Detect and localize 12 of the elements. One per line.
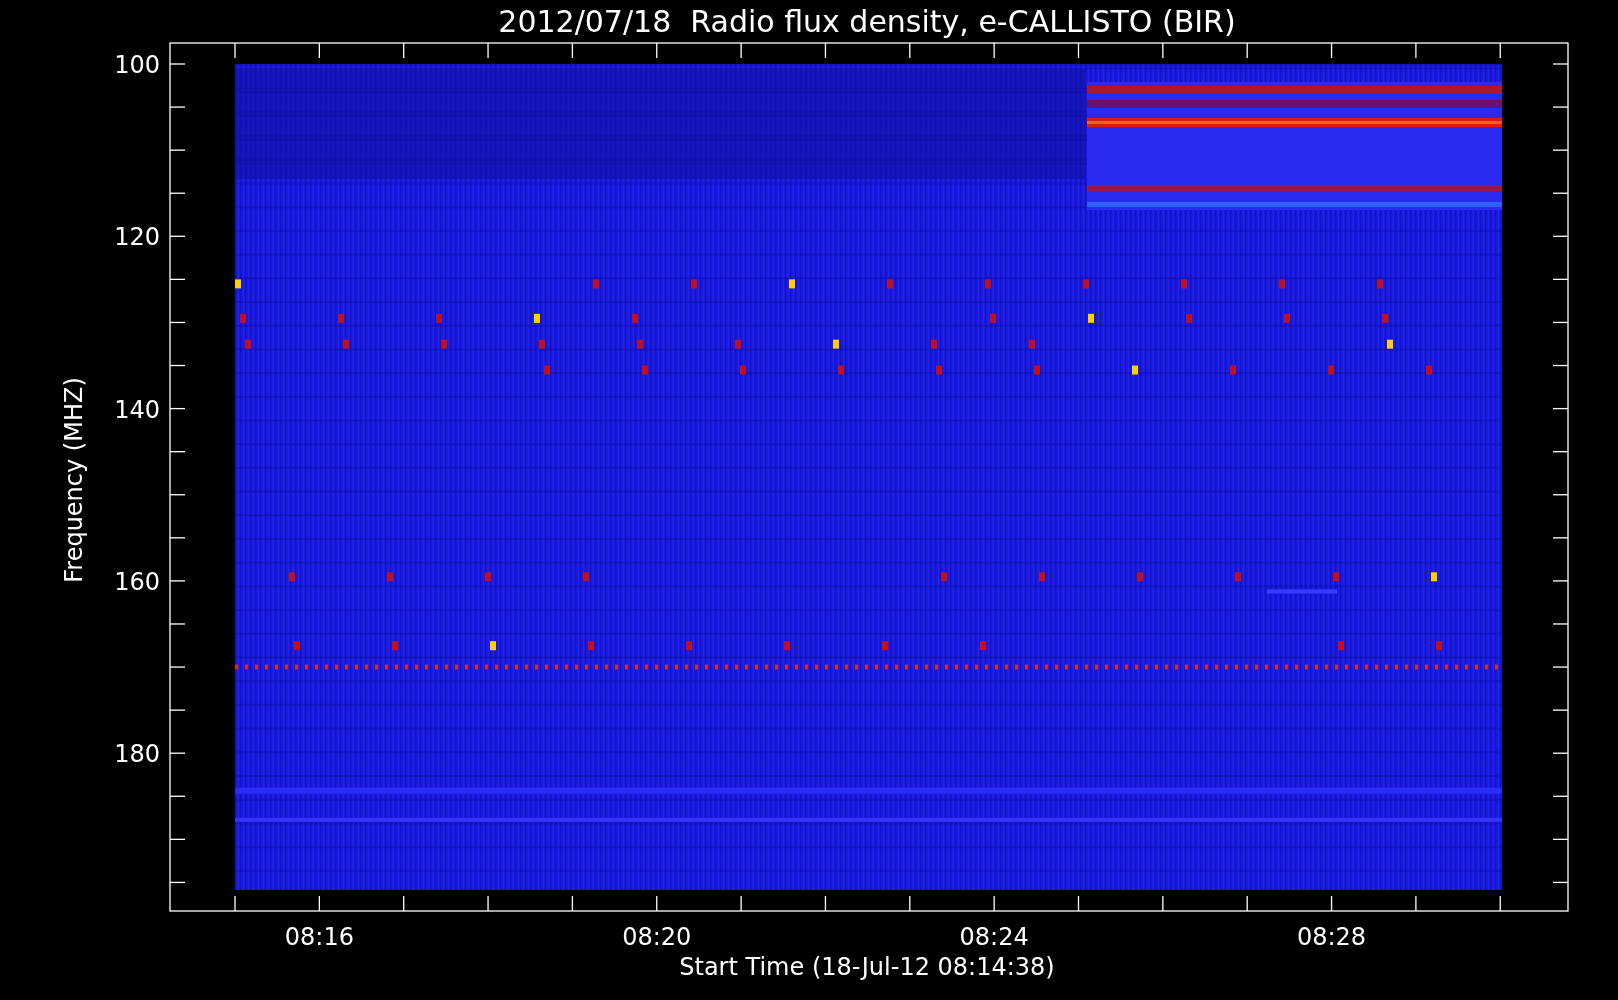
x-tick-label: 08:24	[959, 923, 1029, 951]
y-axis-label: Frequency (MHZ)	[60, 377, 88, 583]
x-tick-label: 08:20	[622, 923, 692, 951]
y-tick-label: 100	[114, 51, 160, 79]
x-tick-label: 08:28	[1296, 923, 1367, 951]
chart-title: 2012/07/18 Radio flux density, e-CALLISTO (BIR)	[498, 4, 1236, 39]
y-tick-label: 120	[114, 223, 160, 252]
y-tick-label: 160	[114, 567, 160, 596]
y-tick-label: 140	[114, 395, 160, 424]
y-tick-label: 180	[114, 740, 160, 769]
x-tick-label: 08:16	[284, 923, 354, 951]
x-axis-label: Start Time (18-Jul-12 08:14:38)	[679, 953, 1055, 981]
